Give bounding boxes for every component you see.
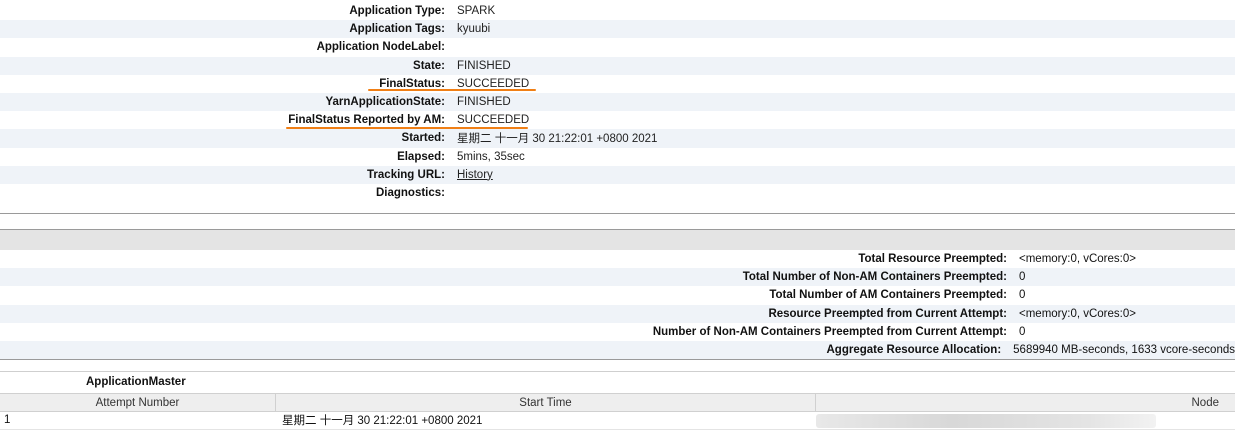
- application-type-label: Application Type:: [349, 5, 445, 18]
- elapsed-value: 5mins, 35sec: [457, 150, 525, 163]
- row-elapsed: Elapsed: 5mins, 35sec: [0, 147, 1235, 166]
- application-overview-table: Application Type: SPARK Application Tags…: [0, 2, 1235, 203]
- application-nodelabel-label: Application NodeLabel:: [316, 41, 445, 54]
- total-resource-preempted-value: <memory:0, vCores:0>: [1019, 253, 1136, 266]
- section-divider-3: [0, 371, 1235, 372]
- row-aggregate-resource-allocation: Aggregate Resource Allocation: 5689940 M…: [0, 340, 1235, 360]
- preemption-metrics-table: Total Resource Preempted: <memory:0, vCo…: [0, 250, 1235, 360]
- am-containers-preempted-label: Total Number of AM Containers Preempted:: [769, 289, 1007, 302]
- row-resource-preempted-current-attempt: Resource Preempted from Current Attempt:…: [0, 304, 1235, 323]
- row-final-status: FinalStatus: SUCCEEDED: [0, 74, 1235, 93]
- row-state: State: FINISHED: [0, 56, 1235, 75]
- aggregate-resource-allocation-label: Aggregate Resource Allocation:: [826, 344, 1002, 357]
- reported-by-am-highlight-underline: [286, 127, 528, 129]
- aggregate-resource-allocation-value: 5689940 MB-seconds, 1633 vcore-seconds: [1013, 344, 1235, 357]
- non-am-preempted-current-attempt-value: 0: [1019, 325, 1026, 338]
- final-status-reported-by-am-value: SUCCEEDED: [457, 114, 530, 127]
- final-status-highlight-underline: [368, 89, 536, 91]
- row-application-type: Application Type: SPARK: [0, 2, 1235, 21]
- attempt-number-cell[interactable]: 1: [0, 414, 275, 426]
- total-resource-preempted-label: Total Resource Preempted:: [858, 253, 1007, 266]
- row-tracking-url: Tracking URL: History: [0, 165, 1235, 184]
- section-divider-2: [0, 359, 1235, 360]
- final-status-reported-by-am-label: FinalStatus Reported by AM:: [288, 114, 445, 127]
- diagnostics-label: Diagnostics:: [375, 186, 445, 199]
- section-divider: [0, 213, 1235, 214]
- resource-preempted-current-attempt-label: Resource Preempted from Current Attempt:: [768, 307, 1007, 320]
- row-non-am-preempted-current-attempt: Number of Non-AM Containers Preempted fr…: [0, 322, 1235, 341]
- non-am-containers-preempted-label: Total Number of Non-AM Containers Preemp…: [742, 271, 1007, 284]
- state-label: State:: [413, 59, 445, 72]
- row-application-nodelabel: Application NodeLabel:: [0, 38, 1235, 57]
- row-application-tags: Application Tags: kyuubi: [0, 20, 1235, 39]
- application-tags-value: kyuubi: [457, 23, 491, 36]
- resource-preempted-current-attempt-value: <memory:0, vCores:0>: [1019, 307, 1136, 320]
- start-time-cell: 星期二 十一月 30 21:22:01 +0800 2021: [282, 415, 483, 427]
- state-value: FINISHED: [457, 59, 511, 72]
- tracking-url-label: Tracking URL:: [367, 168, 445, 181]
- am-containers-preempted-value: 0: [1019, 289, 1026, 302]
- application-master-title: ApplicationMaster: [86, 376, 186, 388]
- application-type-value: SPARK: [457, 5, 496, 18]
- non-am-preempted-current-attempt-label: Number of Non-AM Containers Preempted fr…: [652, 325, 1007, 338]
- elapsed-label: Elapsed:: [397, 150, 445, 163]
- row-am-containers-preempted: Total Number of AM Containers Preempted:…: [0, 286, 1235, 305]
- column-header-attempt-number[interactable]: Attempt Number: [0, 394, 276, 411]
- tracking-url-history-link[interactable]: History: [457, 169, 493, 181]
- attempts-table-header: Attempt Number Start Time Node: [0, 393, 1235, 412]
- row-total-resource-preempted: Total Resource Preempted: <memory:0, vCo…: [0, 250, 1235, 269]
- column-header-node[interactable]: Node: [816, 394, 1235, 411]
- node-redacted-blur: [816, 414, 1156, 428]
- started-value: 星期二 十一月 30 21:22:01 +0800 2021: [457, 133, 658, 146]
- row-yarn-application-state: YarnApplicationState: FINISHED: [0, 92, 1235, 112]
- column-header-start-time[interactable]: Start Time: [276, 394, 816, 411]
- started-label: Started:: [401, 132, 445, 145]
- row-diagnostics: Diagnostics:: [0, 183, 1235, 203]
- application-tags-label: Application Tags:: [349, 23, 445, 36]
- preemption-section-header: [0, 229, 1235, 251]
- row-non-am-containers-preempted: Total Number of Non-AM Containers Preemp…: [0, 268, 1235, 287]
- row-started: Started: 星期二 十一月 30 21:22:01 +0800 2021: [0, 129, 1235, 148]
- yarn-application-state-value: FINISHED: [457, 96, 511, 109]
- row-final-status-reported-by-am: FinalStatus Reported by AM: SUCCEEDED: [0, 111, 1235, 130]
- yarn-application-state-label: YarnApplicationState:: [325, 96, 446, 109]
- non-am-containers-preempted-value: 0: [1019, 271, 1026, 284]
